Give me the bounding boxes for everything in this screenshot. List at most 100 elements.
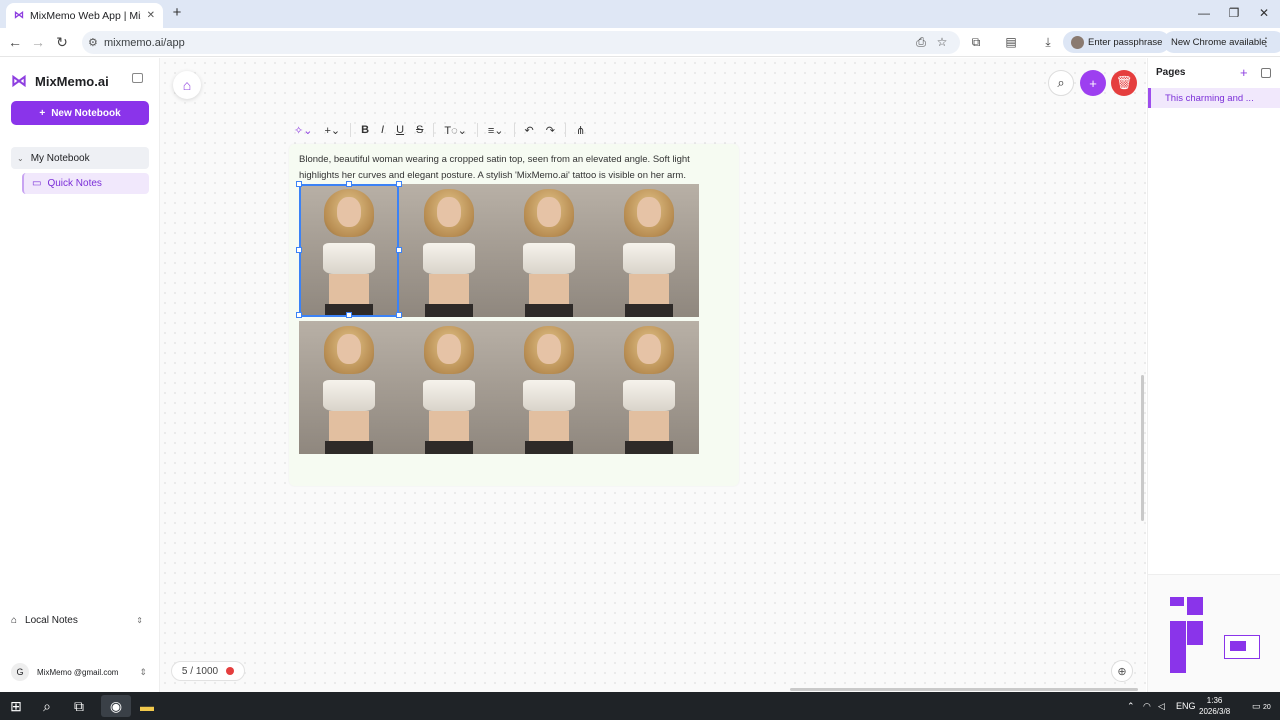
note-caption[interactable]: Blonde, beautiful woman wearing a croppe… bbox=[299, 152, 719, 184]
task-view-icon[interactable]: ⧉ bbox=[69, 698, 89, 715]
notification-icon[interactable]: ▭ bbox=[1252, 701, 1261, 712]
resize-handle[interactable] bbox=[396, 247, 402, 253]
avatar: G bbox=[11, 663, 29, 681]
photo-8[interactable] bbox=[599, 321, 699, 454]
vertical-scrollbar[interactable] bbox=[1141, 375, 1144, 521]
photo-3[interactable] bbox=[499, 184, 599, 317]
insert-plus-icon[interactable]: +⌄ bbox=[318, 124, 346, 137]
delete-button[interactable]: 🗑 bbox=[1111, 70, 1137, 96]
browser-tab[interactable]: ⋈ MixMemo Web App | MixMe ✕ bbox=[6, 3, 163, 28]
bookmark-star-icon[interactable]: ☆ bbox=[934, 35, 950, 49]
user-account[interactable]: G MixMemo @gmail.com ⇕ bbox=[11, 662, 149, 682]
resize-handle[interactable] bbox=[396, 312, 402, 318]
canvas[interactable]: ⌂ ⌕ + 🗑 ✧⌄ +⌄ B I U S T◌⌄ ≡⌄ ↶ ↷ ⋔ Blond… bbox=[160, 58, 1146, 692]
system-clock[interactable]: 1:36 2026/3/8 bbox=[1199, 695, 1230, 717]
notebook-item[interactable]: ⌄ My Notebook bbox=[11, 147, 149, 169]
chrome-taskbar-icon[interactable]: ◉ bbox=[101, 695, 131, 717]
photo-7[interactable] bbox=[499, 321, 599, 454]
strikethrough-icon[interactable]: S bbox=[410, 124, 429, 136]
resize-handle[interactable] bbox=[296, 312, 302, 318]
resize-handle[interactable] bbox=[396, 181, 402, 187]
tray-chevron-icon[interactable]: ⌃ bbox=[1127, 701, 1135, 712]
ai-magic-icon[interactable]: ✧⌄ bbox=[288, 124, 318, 137]
sidebar: ⋈ MixMemo.ai + New Notebook ⌄ My Noteboo… bbox=[0, 58, 160, 692]
resize-handle[interactable] bbox=[296, 181, 302, 187]
collapse-sidebar-icon[interactable] bbox=[132, 73, 143, 83]
minimap-block bbox=[1170, 621, 1186, 673]
redo-icon[interactable]: ↷ bbox=[540, 124, 561, 137]
resize-handle[interactable] bbox=[346, 312, 352, 318]
notification-count: 20 bbox=[1263, 704, 1271, 711]
close-tab-icon[interactable]: ✕ bbox=[147, 10, 155, 21]
text-color-icon[interactable]: T◌⌄ bbox=[438, 124, 472, 137]
local-notes-label: Local Notes bbox=[25, 614, 78, 626]
home-icon: ⌂ bbox=[11, 614, 18, 626]
back-button[interactable]: ← bbox=[7, 35, 23, 49]
address-bar[interactable]: ⚙ mixmemo.ai/app bbox=[82, 31, 960, 54]
toggle-panel-icon[interactable] bbox=[1261, 68, 1271, 78]
local-notes-item[interactable]: ⌂ Local Notes ⇕ bbox=[11, 610, 149, 630]
chrome-menu-icon[interactable]: ⋮ bbox=[1258, 35, 1274, 49]
search-icon[interactable]: ⌕ bbox=[37, 698, 57, 715]
reload-button[interactable]: ↻ bbox=[54, 35, 70, 49]
bold-icon[interactable]: B bbox=[355, 124, 375, 136]
pages-title: Pages bbox=[1156, 67, 1186, 78]
brand: ⋈ MixMemo.ai bbox=[11, 71, 109, 91]
photo-2[interactable] bbox=[399, 184, 499, 317]
recenter-button[interactable]: ⊕ bbox=[1111, 660, 1133, 682]
image-grid bbox=[296, 181, 699, 454]
image-selection-frame[interactable] bbox=[299, 184, 399, 317]
italic-icon[interactable]: I bbox=[375, 124, 390, 136]
chevron-down-icon[interactable]: ⌄ bbox=[17, 154, 24, 163]
share-icon[interactable]: ⋔ bbox=[570, 124, 591, 137]
profile-avatar-icon bbox=[1071, 35, 1084, 49]
record-icon[interactable] bbox=[226, 667, 235, 675]
forward-button[interactable]: → bbox=[30, 35, 46, 49]
downloads-icon[interactable]: ⤓ bbox=[1040, 35, 1056, 50]
photo-6[interactable] bbox=[399, 321, 499, 454]
file-explorer-icon[interactable]: ▬ bbox=[137, 698, 157, 714]
language-indicator[interactable]: ENG bbox=[1176, 701, 1196, 711]
note-counter: 5 / 1000 bbox=[171, 661, 245, 681]
add-page-button[interactable]: + bbox=[1240, 65, 1248, 80]
notebook-label: My Notebook bbox=[30, 152, 90, 164]
windows-start-icon[interactable]: ⊞ bbox=[6, 698, 26, 715]
browser-tab-title: MixMemo Web App | MixMe bbox=[30, 9, 141, 22]
undo-icon[interactable]: ↶ bbox=[519, 124, 540, 137]
crosshair-icon: ⊕ bbox=[1117, 665, 1127, 678]
volume-icon[interactable]: ◁ bbox=[1158, 701, 1165, 712]
add-button[interactable]: + bbox=[1080, 70, 1106, 96]
quick-notes-item[interactable]: ▭ Quick Notes bbox=[22, 173, 149, 194]
resize-handle[interactable] bbox=[296, 247, 302, 253]
tab-search-icon[interactable]: ▤ bbox=[1003, 35, 1019, 49]
minimap-viewport[interactable] bbox=[1224, 635, 1260, 659]
resize-handle[interactable] bbox=[346, 181, 352, 187]
minimize-window-button[interactable]: — bbox=[1194, 6, 1214, 20]
photo-4[interactable] bbox=[599, 184, 699, 317]
new-tab-button[interactable]: + bbox=[169, 5, 185, 21]
minimap[interactable] bbox=[1148, 574, 1280, 692]
note-card[interactable]: Blonde, beautiful woman wearing a croppe… bbox=[289, 144, 739, 486]
search-button[interactable]: ⌕ bbox=[1048, 70, 1074, 96]
restore-window-button[interactable]: ❐ bbox=[1224, 6, 1244, 20]
page-item[interactable]: This charming and ... bbox=[1148, 88, 1280, 108]
chevron-updown-icon[interactable]: ⇕ bbox=[139, 667, 147, 678]
minimap-block bbox=[1187, 621, 1203, 645]
photo-5[interactable] bbox=[299, 321, 399, 454]
minimap-block bbox=[1187, 597, 1203, 615]
underline-icon[interactable]: U bbox=[390, 124, 410, 136]
install-app-icon[interactable]: ⎙ bbox=[913, 35, 929, 50]
chevron-updown-icon[interactable]: ⇕ bbox=[136, 616, 143, 625]
new-notebook-label: New Notebook bbox=[51, 107, 121, 119]
browser-tab-bar: ⋈ MixMemo Web App | MixMe ✕ + — ❐ ✕ bbox=[0, 0, 1280, 28]
new-notebook-button[interactable]: + New Notebook bbox=[11, 101, 149, 125]
align-icon[interactable]: ≡⌄ bbox=[482, 124, 510, 137]
close-window-button[interactable]: ✕ bbox=[1254, 6, 1274, 20]
horizontal-scrollbar[interactable] bbox=[790, 688, 1138, 691]
site-settings-icon[interactable]: ⚙ bbox=[88, 36, 98, 49]
format-toolbar: ✧⌄ +⌄ B I U S T◌⌄ ≡⌄ ↶ ↷ ⋔ bbox=[288, 119, 591, 141]
wifi-icon[interactable]: ◠ bbox=[1143, 701, 1151, 712]
passphrase-button[interactable]: Enter passphrase bbox=[1063, 31, 1171, 53]
home-button[interactable]: ⌂ bbox=[173, 71, 201, 99]
extensions-icon[interactable]: ⧉ bbox=[968, 35, 984, 50]
